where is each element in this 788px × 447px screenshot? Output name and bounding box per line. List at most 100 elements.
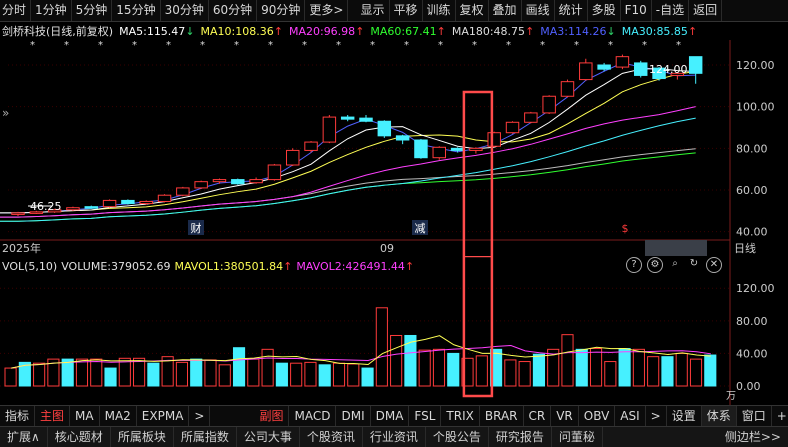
top-marker: * [574, 40, 579, 51]
sidebar-toggle-button[interactable]: 侧边栏>> [718, 427, 788, 447]
candle-body [414, 139, 428, 159]
top-marker: * [608, 40, 613, 51]
top-marker: * [200, 40, 205, 51]
top-marker: * [370, 40, 375, 51]
indicator-tab[interactable]: > [646, 406, 667, 426]
indicator-tab[interactable]: TRIX [441, 406, 480, 426]
toolbar-button[interactable]: 返回 [689, 0, 723, 21]
candle-body [84, 206, 98, 209]
indicator-tab[interactable]: MA [70, 406, 100, 426]
period-tab[interactable]: 60分钟 [209, 0, 258, 21]
top-marker: * [336, 40, 341, 51]
period-tab[interactable]: 1分钟 [31, 0, 72, 21]
volume-bar [575, 348, 588, 387]
top-marker: * [64, 40, 69, 51]
volume-bar [589, 348, 603, 387]
candle-body [524, 112, 538, 123]
top-marker: * [676, 40, 681, 51]
toolbar-button[interactable]: 画线 [522, 0, 555, 21]
period-label: 日线 [734, 241, 756, 255]
info-tab[interactable]: 所属指数 [174, 427, 237, 447]
volume-chart[interactable]: 120.00 80.00 40.00 0.00万 [0, 256, 788, 406]
toolbar-button[interactable]: 多股 [588, 0, 621, 21]
indicator-tab[interactable]: VR [551, 406, 579, 426]
toolbar-button[interactable]: 叠加 [489, 0, 522, 21]
info-tab[interactable]: 核心题材 [48, 427, 111, 447]
info-tab[interactable]: 行业资讯 [363, 427, 426, 447]
volume-bar [418, 349, 431, 387]
price-tick: 60.00 [736, 184, 768, 197]
indicator-tab[interactable]: ASI [615, 406, 646, 426]
indicator-tab[interactable]: > [189, 406, 211, 426]
candle-body [505, 121, 520, 134]
layout-button[interactable]: + [772, 406, 788, 426]
indicator-tab[interactable]: OBV [579, 406, 616, 426]
candle-body [139, 200, 153, 205]
indicator-tab[interactable]: DMI [336, 406, 371, 426]
volume-bar [133, 357, 146, 387]
period-tab[interactable]: 5分钟 [72, 0, 113, 21]
volume-bar [518, 361, 531, 387]
indicator-tab[interactable]: MACD [289, 406, 337, 426]
indicator-tab[interactable]: CR [524, 406, 552, 426]
layout-button[interactable]: 体系 [701, 406, 737, 426]
toolbar-button[interactable]: 显示 [356, 0, 390, 21]
volume-bar [290, 362, 303, 387]
ma5-line [0, 68, 696, 214]
info-tab[interactable]: 公司大事 [237, 427, 300, 447]
volume-bar [632, 348, 645, 387]
toolbar-button[interactable]: -自选 [652, 0, 690, 21]
vol-tick: 80.00 [736, 315, 768, 328]
indicator-tab[interactable]: 主图 [35, 406, 71, 426]
candle-body [157, 194, 172, 202]
candle-body [231, 179, 245, 185]
volume-bar [175, 361, 188, 387]
period-tab[interactable]: 更多> [305, 0, 349, 21]
toolbar-button[interactable]: 复权 [456, 0, 489, 21]
toolbar-button[interactable]: 训练 [423, 0, 456, 21]
layout-button[interactable]: 窗口 [737, 406, 772, 426]
volume-bar [390, 334, 403, 387]
toolbar-button[interactable]: F10 [621, 0, 652, 21]
info-tab[interactable]: 研究报告 [489, 427, 552, 447]
event-badge: 财 [188, 220, 204, 235]
info-tab[interactable]: 所属板块 [111, 427, 174, 447]
indicator-tab[interactable]: EXPMA [137, 406, 190, 426]
volume-bar [361, 367, 374, 387]
info-tab[interactable]: 个股资讯 [300, 427, 363, 447]
date-label: 09 [380, 242, 394, 255]
indicator-tab[interactable]: MA2 [100, 406, 137, 426]
info-tab[interactable]: 问董秘 [552, 427, 603, 447]
candle-body [579, 62, 593, 81]
candle-body [212, 179, 227, 183]
period-tab[interactable]: 90分钟 [257, 0, 306, 21]
indicator-tab[interactable]: 副图 [254, 406, 290, 426]
indicator-tab[interactable]: BRAR [480, 406, 524, 426]
period-tab[interactable]: 30分钟 [161, 0, 209, 21]
toolbar-button[interactable]: 平移 [390, 0, 423, 21]
candle-body [395, 135, 410, 141]
volume-bar [532, 353, 545, 387]
info-tab[interactable]: 个股公告 [426, 427, 489, 447]
ma180-label: MA180:48.75↑ [451, 24, 535, 38]
layout-button[interactable]: 设置 [667, 406, 702, 426]
toolbar-button[interactable]: 统计 [555, 0, 588, 21]
stock-title: 剑桥科技(日线,前复权) [2, 25, 114, 38]
price-tick: 100.00 [736, 101, 775, 114]
volume-bar [689, 358, 703, 387]
vol-tick: 40.00 [736, 347, 768, 360]
period-tab[interactable]: 15分钟 [112, 0, 161, 21]
volume-bar [447, 352, 460, 387]
candle-body [469, 147, 483, 151]
volume-bar [375, 307, 388, 387]
period-tab[interactable]: 分时 [0, 0, 32, 21]
ma3-label: MA3:114.26↓ [540, 24, 616, 38]
indicator-tab[interactable]: DMA [371, 406, 410, 426]
indicator-tab[interactable]: FSL [409, 406, 442, 426]
info-tab[interactable]: 扩展∧ [0, 427, 48, 447]
ma60-label: MA60:67.41↑ [370, 24, 446, 38]
top-marker: * [268, 40, 273, 51]
candlestick-chart[interactable]: 120.00 100.00 80.00 60.00 40.00 * * * * * * * * * * * * *… [0, 40, 788, 256]
indicator-tab[interactable]: 指标 [0, 406, 36, 426]
volume-bar [704, 354, 717, 387]
